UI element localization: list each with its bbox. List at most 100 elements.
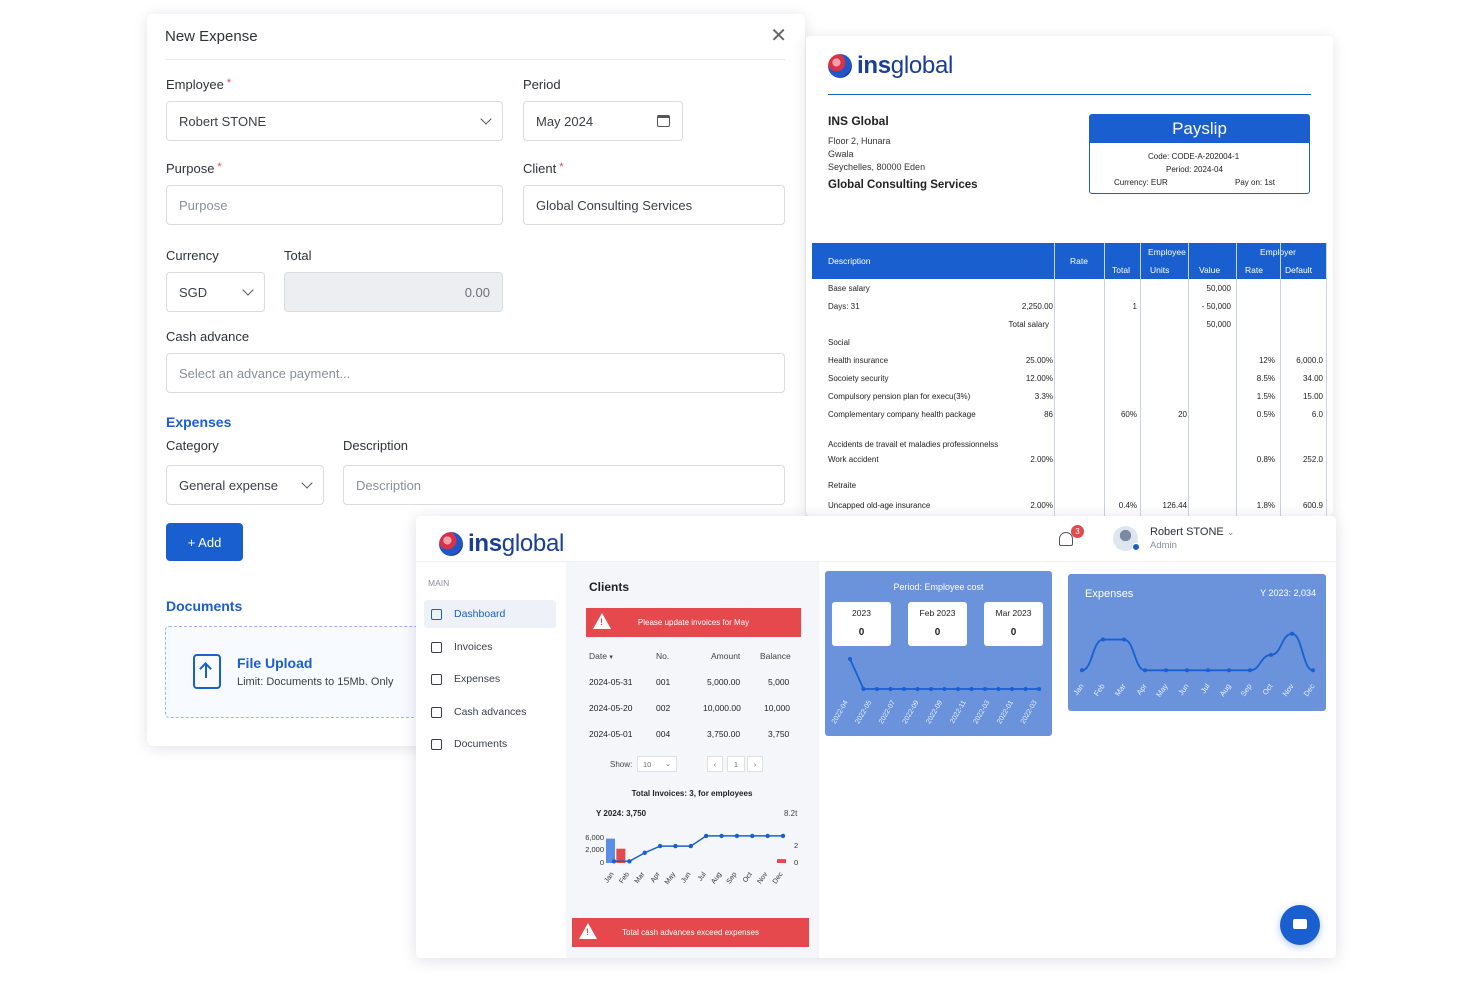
add-button[interactable]: + Add [166, 523, 243, 561]
employee-select[interactable]: Robert STONE [166, 101, 503, 141]
payslip-cell-desc: Base salary [828, 284, 870, 293]
employee-cost-card[interactable]: Period: Employee cost 2023 0 Feb 2023 0 Ma… [825, 571, 1052, 736]
file-upload-dropzone[interactable]: File Upload Limit: Documents to 15Mb. On… [165, 626, 435, 718]
currency-label: Currency [166, 248, 219, 263]
warning-icon [579, 923, 597, 939]
page-size-select[interactable]: 10 ⌄ [637, 756, 677, 772]
expenses-icon [431, 673, 442, 685]
data-point [1311, 668, 1315, 673]
x-tick-label: 2022-09 [925, 699, 944, 725]
total-field: 0.00 [284, 272, 503, 312]
payslip-cell-value: 50,000 [1206, 320, 1231, 329]
description-input[interactable]: Description [343, 465, 785, 505]
employee-value: Robert STONE [179, 113, 267, 129]
category-select[interactable]: General expense [166, 465, 324, 505]
data-point [1206, 668, 1210, 673]
chart-right-label: 8.2t [784, 809, 798, 818]
col-employer-rate: Rate [1245, 265, 1263, 275]
purpose-label: Purpose * [166, 161, 222, 176]
payslip-currency: Currency: EUR [1114, 178, 1168, 187]
divider [828, 94, 1311, 95]
currency-value: SGD [179, 284, 208, 300]
payslip-cell-er_rate: 8.5% [1256, 374, 1275, 383]
insglobal-logo: insglobal [828, 52, 953, 80]
kpi-card: Feb 2023 0 [908, 602, 967, 646]
period-picker[interactable]: May 2024 [523, 101, 683, 141]
x-tick-label: Aug [1218, 682, 1233, 698]
data-point [1143, 668, 1147, 673]
category-value: General expense [179, 477, 279, 493]
close-icon[interactable]: ✕ [770, 26, 787, 46]
alert-banner-cash-advances[interactable]: Total cash advances exceed expenses [572, 918, 809, 947]
expenses-card[interactable]: Expenses Y 2023: 2,034 Jan Feb Mar Apr May Ju… [1068, 574, 1326, 711]
chart-title: Total Invoices: 3, for employees [632, 789, 753, 798]
col-balance: Balance [760, 651, 791, 661]
x-tick-label: Feb [1092, 682, 1107, 698]
cash-advance-select[interactable]: Select an advance payment... [166, 353, 785, 393]
cell-date: 2024-05-20 [589, 703, 633, 713]
description-label: Description [343, 438, 409, 453]
data-point [765, 833, 770, 839]
y-tick-label: 0 [600, 858, 604, 867]
address-line: Floor 2, Hunara [828, 136, 891, 146]
col-default: Default [1285, 265, 1312, 275]
payslip-row: Socoiety security 12.00% 8.5% 34.00 [812, 371, 1327, 387]
x-tick-label: May [1154, 682, 1170, 699]
cell-amount: 3,750.00 [707, 729, 741, 739]
page-number[interactable]: 1 [727, 756, 745, 772]
payslip-cell-rate: 2,250.00 [1021, 302, 1053, 311]
payslip-cell-desc: Accidents de travail et maladies profess… [828, 440, 999, 449]
data-point [1101, 637, 1105, 642]
calendar-icon [657, 115, 670, 127]
prev-page-button[interactable]: ‹ [707, 756, 723, 772]
col-employer: Employer [1260, 247, 1296, 257]
next-page-button[interactable]: › [747, 756, 763, 772]
user-name[interactable]: Robert STONE ⌄ [1150, 526, 1234, 538]
payslip-row: Health insurance 25.00% 12% 6,000.0 [812, 353, 1327, 369]
currency-select[interactable]: SGD [166, 272, 265, 312]
purpose-input[interactable]: Purpose [166, 185, 503, 225]
series-line [614, 835, 783, 863]
alert-banner-invoices[interactable]: Please update invoices for May [586, 608, 801, 637]
col-date[interactable]: Date ▾ [589, 651, 613, 661]
payslip-row: Days: 31 2,250.00 1 - 50,000 [812, 299, 1327, 315]
payslip-row: Work accident 2.00% 0.8% 252.0 [812, 452, 1327, 468]
period-label: Period [523, 77, 561, 92]
employee-label: Employee * [166, 77, 232, 92]
client-name: Global Consulting Services [828, 179, 978, 191]
col-no: No. [656, 651, 670, 661]
cell-balance: 5,000 [768, 677, 790, 687]
data-point [929, 687, 933, 691]
data-point [703, 833, 709, 839]
chat-icon[interactable] [1280, 905, 1320, 945]
chevron-down-icon [301, 477, 313, 489]
invoices-chart: Total Invoices: 3, for employees Y 2024: … [585, 789, 798, 929]
notification-badge: 3 [1071, 525, 1084, 538]
payslip-cell-desc: Uncapped old-age insurance [828, 501, 931, 510]
kpi-card: 2023 0 [832, 602, 891, 646]
x-tick-label: Jan [1071, 682, 1085, 697]
payslip-cell-value: 50,000 [1206, 284, 1231, 293]
payslip-code: Code: CODE-A-202004-1 [1148, 152, 1240, 161]
y-tick-label: 2,000 [585, 845, 604, 854]
insglobal-logo[interactable]: insglobal [439, 530, 564, 558]
payslip-cell-rate: 2.00% [1030, 455, 1053, 464]
sidebar-item-expenses[interactable]: Expenses [424, 665, 556, 693]
series-line [1081, 632, 1314, 672]
divider [165, 59, 785, 60]
data-point [888, 687, 893, 691]
total-label: Total [284, 248, 312, 263]
warning-icon [593, 613, 611, 629]
payslip-cell-rate: 3.3% [1034, 392, 1053, 401]
payslip-cell-units: 126.44 [1162, 501, 1187, 510]
expenses-card-title: Expenses [1085, 588, 1134, 600]
sidebar-item-invoices[interactable]: Invoices [424, 633, 556, 661]
sidebar-item-dashboard[interactable]: Dashboard [424, 600, 556, 628]
address-line: Seychelles, 80000 Eden [828, 162, 926, 172]
client-input[interactable]: Global Consulting Services [523, 185, 785, 225]
cell-no: 004 [656, 729, 671, 739]
sidebar-item-documents[interactable]: Documents [424, 730, 556, 758]
payslip-cell-er_rate: 0.8% [1256, 455, 1275, 464]
sidebar-item-cash-advances[interactable]: Cash advances [424, 698, 556, 726]
data-point [875, 687, 879, 691]
